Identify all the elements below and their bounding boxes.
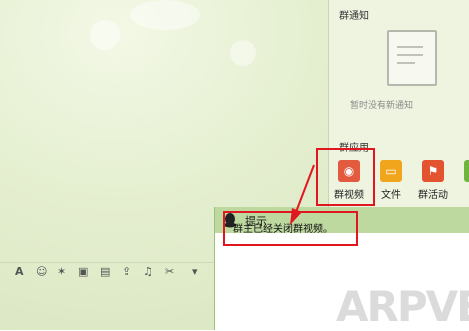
watermark: ARPVE bbox=[336, 282, 469, 331]
red-arrow bbox=[290, 164, 315, 225]
